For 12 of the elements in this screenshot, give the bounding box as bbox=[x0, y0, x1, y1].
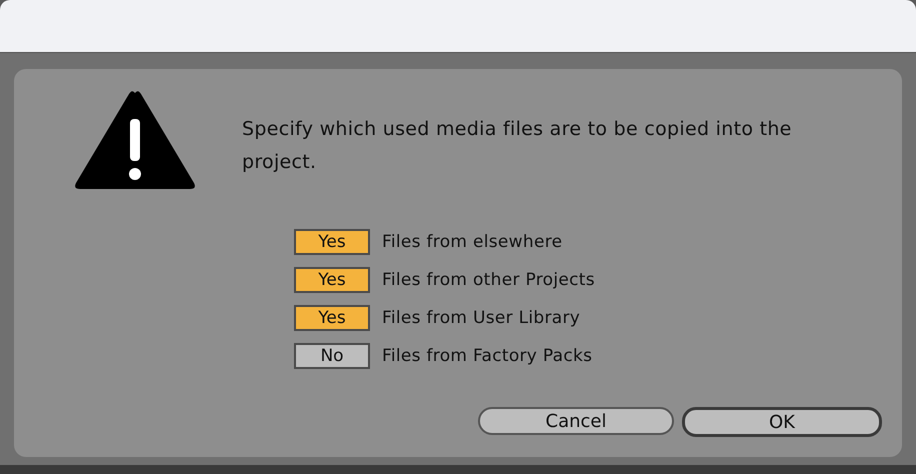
toggle-button[interactable]: Yes bbox=[294, 305, 370, 331]
toggle-button[interactable]: No bbox=[294, 343, 370, 369]
option-label: Files from Factory Packs bbox=[382, 346, 592, 366]
ok-button[interactable]: OK bbox=[682, 407, 882, 437]
toggle-button[interactable]: Yes bbox=[294, 229, 370, 255]
option-label: Files from User Library bbox=[382, 308, 580, 328]
warning-icon bbox=[72, 89, 198, 191]
option-label: Files from other Projects bbox=[382, 270, 595, 290]
dialog-message: Specify which used media files are to be copied into the project. bbox=[242, 117, 793, 175]
toggle-button[interactable]: Yes bbox=[294, 267, 370, 293]
option-label: Files from elsewhere bbox=[382, 232, 562, 252]
cancel-button[interactable]: Cancel bbox=[478, 407, 674, 435]
